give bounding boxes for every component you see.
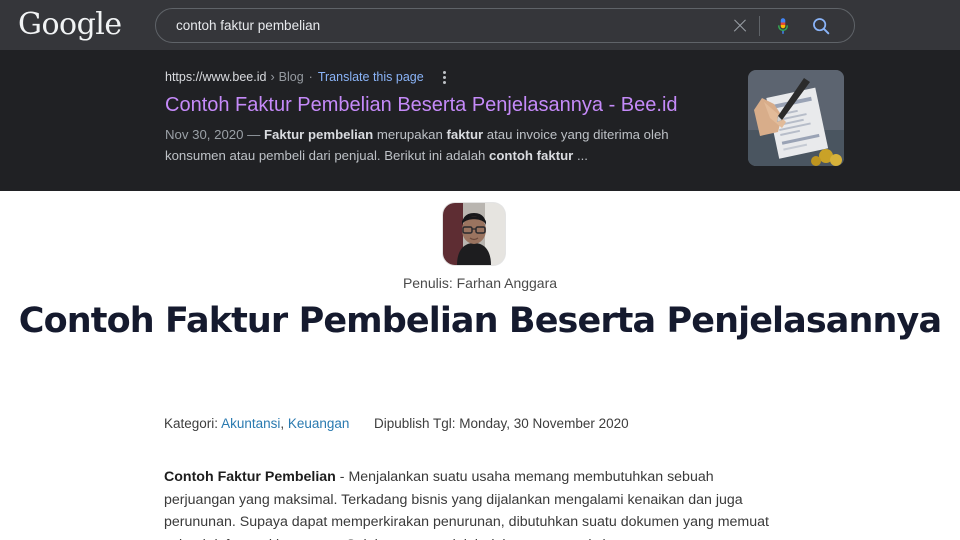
body-lead-bold: Contoh Faktur Pembelian (164, 469, 336, 485)
search-input[interactable]: contoh faktur pembelian (176, 18, 729, 33)
screenshot-root: Google contoh faktur pembelian https://w… (0, 0, 960, 540)
result-url-row: https://www.bee.id › Blog · Translate th… (165, 68, 730, 86)
result-domain: https://www.bee.id (165, 70, 267, 84)
category-link-keuangan[interactable]: Keuangan (288, 416, 350, 431)
translate-this-page-link[interactable]: Translate this page (318, 70, 424, 84)
article-page: Penulis: Farhan Anggara Contoh Faktur Pe… (0, 191, 960, 540)
close-icon[interactable] (729, 15, 751, 37)
breadcrumb-separator-icon: › (270, 70, 275, 84)
search-box[interactable]: contoh faktur pembelian (155, 8, 855, 43)
dot-separator: · (308, 70, 313, 84)
google-search-overlay: Google contoh faktur pembelian https://w… (0, 0, 960, 191)
kebab-menu-icon[interactable] (436, 68, 454, 86)
page-title: Contoh Faktur Pembelian Beserta Penjelas… (18, 301, 942, 341)
result-snippet: Nov 30, 2020 — Faktur pembelian merupaka… (165, 124, 730, 166)
snippet-bold-3: faktur (446, 127, 484, 142)
category-separator: , (280, 416, 288, 431)
search-result: https://www.bee.id › Blog · Translate th… (165, 68, 730, 166)
microphone-icon[interactable] (772, 14, 794, 38)
divider (759, 15, 760, 36)
snippet-text-6: ... (573, 148, 588, 163)
published-date: Dipublish Tgl: Monday, 30 November 2020 (373, 416, 629, 431)
category-label: Kategori: (164, 416, 219, 431)
article-meta-row: Kategori: Akuntansi, Keuangan Dipublish … (164, 416, 629, 431)
google-header-bar: Google contoh faktur pembelian (0, 0, 960, 50)
snippet-bold-1: Faktur pembelian (263, 127, 374, 142)
snippet-date: Nov 30, 2020 (165, 127, 244, 142)
result-breadcrumb-path: Blog (278, 70, 304, 84)
result-thumbnail-image[interactable] (748, 70, 844, 166)
result-title-link[interactable]: Contoh Faktur Pembelian Beserta Penjelas… (165, 92, 730, 118)
snippet-bold-5: contoh faktur (489, 148, 574, 163)
author-byline: Penulis: Farhan Anggara (402, 275, 558, 291)
snippet-text-2: merupakan (373, 127, 447, 142)
snippet-dash: — (247, 127, 261, 142)
search-icon[interactable] (810, 15, 832, 37)
article-body: Contoh Faktur Pembelian - Menjalankan su… (164, 466, 784, 540)
avatar (443, 203, 505, 265)
category-link-akuntansi[interactable]: Akuntansi (221, 416, 280, 431)
google-logo[interactable]: Google (18, 9, 122, 41)
